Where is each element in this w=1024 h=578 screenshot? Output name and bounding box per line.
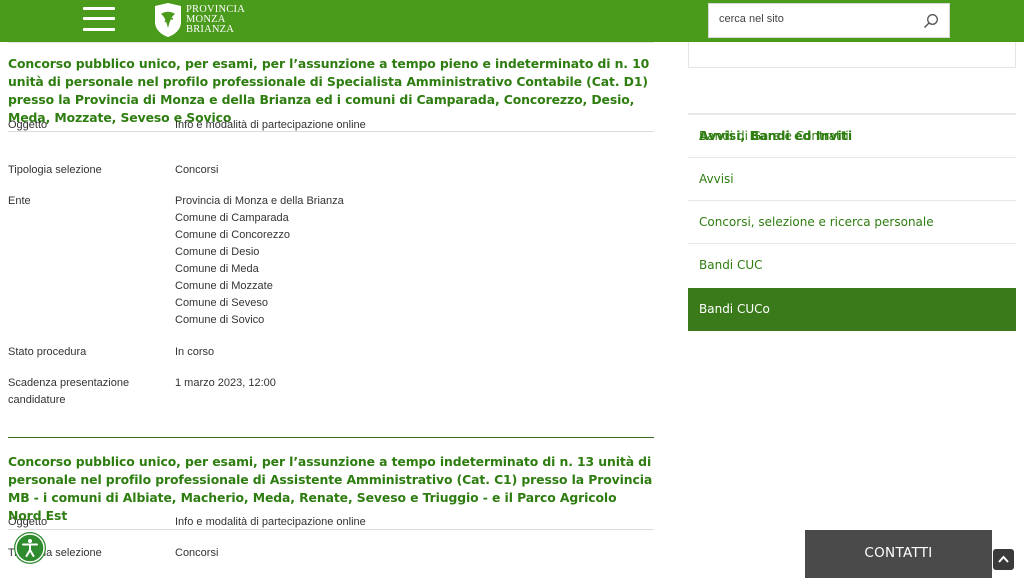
detail-label: Tipologia selezione <box>8 164 102 176</box>
notice-divider <box>8 437 654 438</box>
sidebar-item-bandi-gara[interactable]: Bandi di Gara e Contratti <box>688 114 1016 157</box>
detail-value: In corso <box>175 346 215 358</box>
detail-label: Scadenza presentazione candidature <box>8 377 130 406</box>
chevron-up-icon <box>998 555 1009 563</box>
content-top-rule <box>8 42 654 43</box>
logo-emblem-icon <box>155 3 181 37</box>
ente-item: Provincia di Monza e della Brianza <box>175 195 344 207</box>
detail-value: Concorsi <box>175 164 219 176</box>
accessibility-icon <box>15 533 45 563</box>
accessibility-button[interactable] <box>14 532 46 564</box>
notice-title: Concorso pubblico unico, per esami, per … <box>8 453 654 525</box>
detail-label: Ente <box>8 195 31 207</box>
ente-item: Comune di Camparada <box>175 212 289 224</box>
notice-item: Concorso pubblico unico, per esami, per … <box>8 453 654 530</box>
notice-title-link[interactable]: Concorso pubblico unico, per esami, per … <box>8 454 652 523</box>
hamburger-icon[interactable] <box>83 6 115 32</box>
contact-button[interactable]: CONTATTI <box>805 530 992 578</box>
ente-item: Comune di Mozzate <box>175 280 273 292</box>
ente-item: Comune di Concorezzo <box>175 229 290 241</box>
detail-value: 1 marzo 2023, 12:00 <box>175 377 276 389</box>
sidebar-item-concorsi[interactable]: Concorsi, selezione e ricerca personale <box>688 200 1016 243</box>
scroll-top-button[interactable] <box>993 549 1014 570</box>
sidebar-item-bandi-cuco[interactable]: Bandi CUCo <box>688 288 1016 331</box>
site-logo[interactable]: PROVINCIA MONZA BRIANZA <box>153 1 245 39</box>
logo-line: BRIANZA <box>186 24 235 35</box>
sidebar-item-avvisi[interactable]: Avvisi <box>688 157 1016 200</box>
ente-item: Comune di Sovico <box>175 314 265 326</box>
ente-item: Comune di Seveso <box>175 297 268 309</box>
sidebar-item-bandi-cuc[interactable]: Bandi CUC <box>688 243 1016 286</box>
notice-title-link[interactable]: Concorso pubblico unico, per esami, per … <box>8 56 649 125</box>
detail-value: Concorsi <box>175 547 219 559</box>
logo-text: PROVINCIA MONZA BRIANZA <box>186 4 245 35</box>
notice-title-rule <box>8 529 654 530</box>
search-icon[interactable] <box>923 13 939 29</box>
ente-item: Comune di Meda <box>175 263 259 275</box>
search-box <box>708 3 950 38</box>
search-input[interactable] <box>719 13 909 25</box>
detail-value-list: Provincia di Monza e della Brianza Comun… <box>175 193 635 329</box>
site-header: PROVINCIA MONZA BRIANZA <box>0 0 1024 42</box>
ente-item: Comune di Desio <box>175 246 260 258</box>
sidebar-top-box <box>688 42 1016 68</box>
detail-label: Stato procedura <box>8 346 87 358</box>
detail-value: Info e modalità di partecipazione online <box>175 119 366 131</box>
detail-label: Oggetto <box>8 119 48 131</box>
